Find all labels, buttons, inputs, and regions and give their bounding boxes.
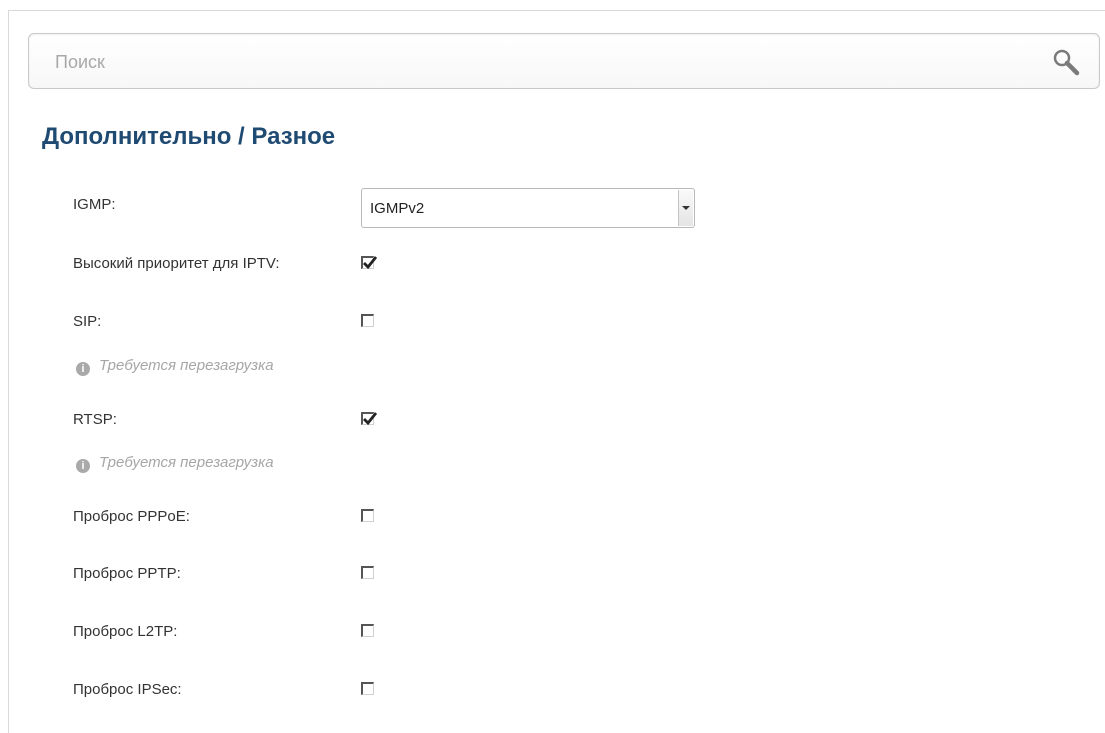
l2tp-passthrough-label: Проброс L2TP: xyxy=(73,623,178,640)
pptp-passthrough-label: Проброс PPTP: xyxy=(73,565,181,582)
rtsp-checkbox[interactable] xyxy=(361,412,378,426)
pppoe-passthrough-checkbox[interactable] xyxy=(361,509,374,522)
igmp-select-value: IGMPv2 xyxy=(370,200,425,217)
checkmark-icon xyxy=(363,256,378,270)
search-bar xyxy=(28,33,1100,89)
search-input[interactable] xyxy=(53,48,1037,76)
sip-reboot-notice: i Требуется перезагрузка xyxy=(76,357,274,376)
checkmark-icon xyxy=(363,412,378,426)
search-icon[interactable] xyxy=(1051,47,1081,77)
info-icon: i xyxy=(76,362,90,376)
igmp-select[interactable]: IGMPv2 xyxy=(361,188,695,228)
breadcrumb-section[interactable]: Дополнительно xyxy=(42,123,231,150)
info-icon: i xyxy=(76,459,90,473)
ipsec-passthrough-checkbox[interactable] xyxy=(361,682,374,695)
chevron-down-icon[interactable] xyxy=(678,190,693,226)
ipsec-passthrough-label: Проброс IPSec: xyxy=(73,681,182,698)
rtsp-reboot-notice: i Требуется перезагрузка xyxy=(76,454,274,473)
iptv-priority-label: Высокий приоритет для IPTV: xyxy=(73,255,280,272)
igmp-label: IGMP: xyxy=(73,196,116,213)
iptv-priority-checkbox[interactable] xyxy=(361,256,378,270)
pppoe-passthrough-label: Проброс PPPoE: xyxy=(73,508,190,525)
pptp-passthrough-checkbox[interactable] xyxy=(361,566,374,579)
rtsp-notice-text: Требуется перезагрузка xyxy=(99,454,274,471)
sip-label: SIP: xyxy=(73,313,102,330)
sip-checkbox[interactable] xyxy=(361,314,374,327)
l2tp-passthrough-checkbox[interactable] xyxy=(361,624,374,637)
rtsp-label: RTSP: xyxy=(73,411,117,428)
breadcrumb-current: Разное xyxy=(251,123,336,150)
page-title: Дополнительно / Разное xyxy=(42,123,335,151)
breadcrumb-separator: / xyxy=(231,123,252,150)
sip-notice-text: Требуется перезагрузка xyxy=(99,357,274,374)
